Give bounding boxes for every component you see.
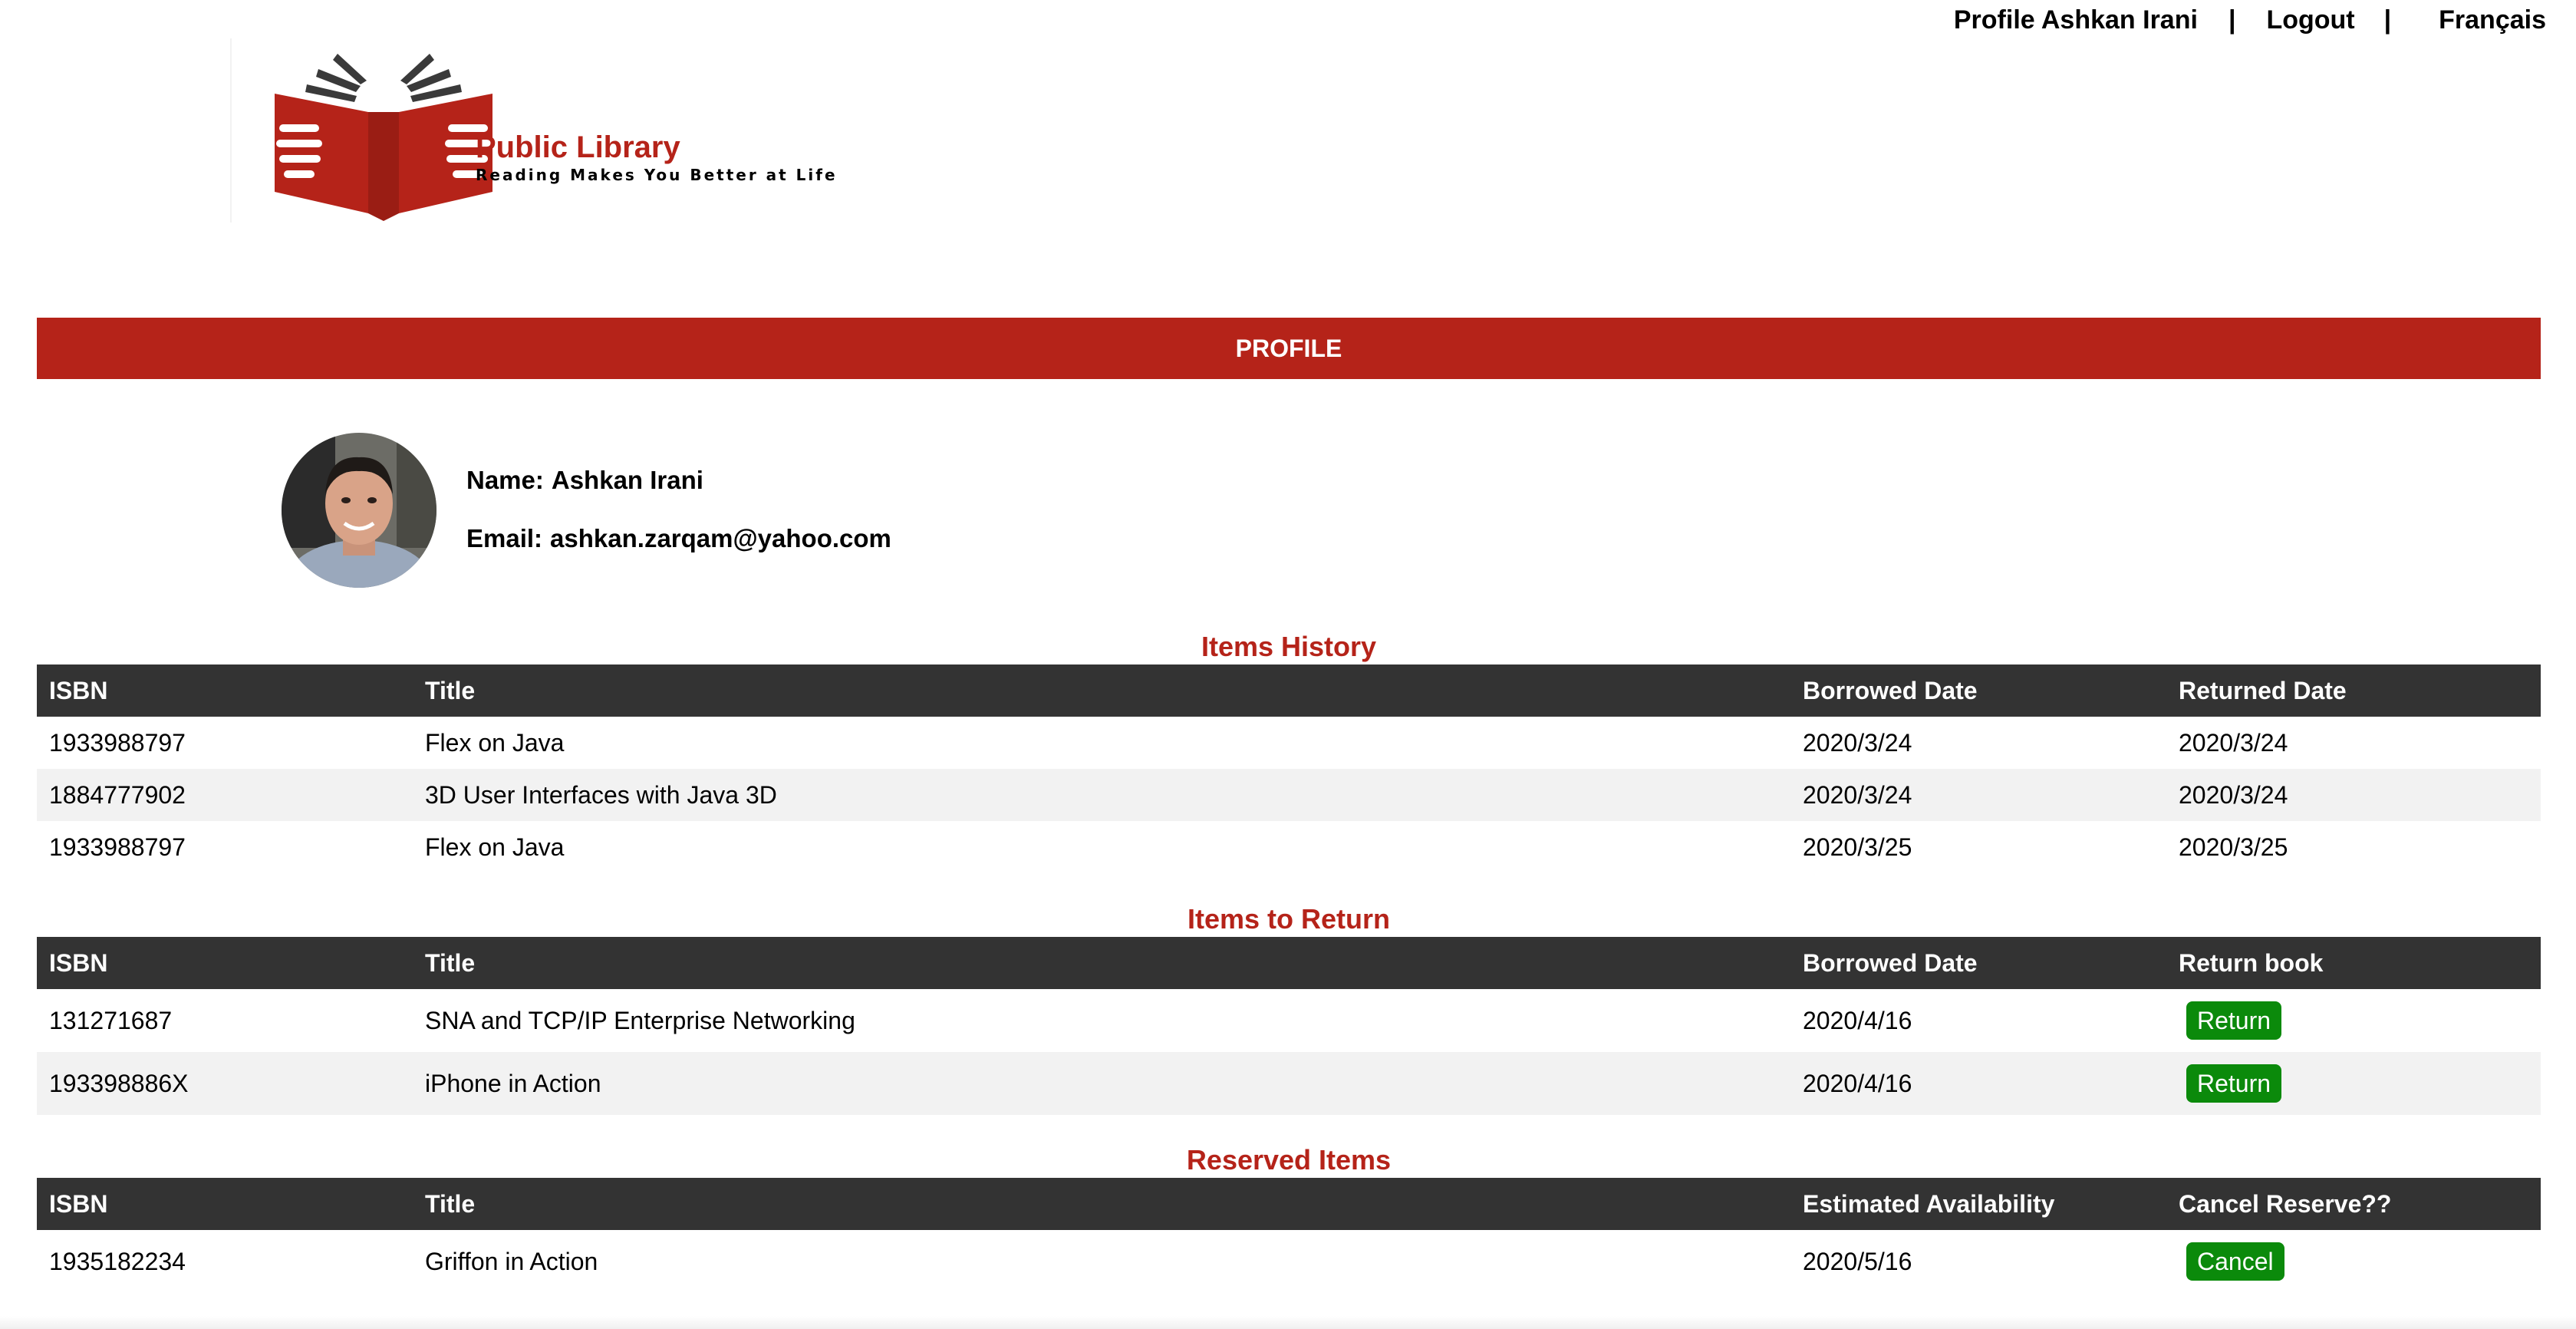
cell-title: SNA and TCP/IP Enterprise Networking xyxy=(425,1006,855,1034)
cell-title: iPhone in Action xyxy=(413,1052,1790,1115)
header-return-book: Return book xyxy=(2166,937,2541,989)
items-history-title: Items History xyxy=(1201,631,1377,662)
items-to-return-table: ISBN Title Borrowed Date Return book 131… xyxy=(37,937,2541,1115)
nav-separator: | xyxy=(2383,5,2392,35)
header-title: Title xyxy=(413,937,1790,989)
header-isbn: ISBN xyxy=(37,1178,413,1230)
name-label: Name: xyxy=(466,466,544,494)
table-row: 1933988797 Flex on Java 2020/3/24 2020/3… xyxy=(37,717,2541,769)
top-nav: Profile Ashkan Irani | Logout | Français xyxy=(1954,0,2546,40)
brand-tagline: Reading Makes You Better at Life xyxy=(476,166,838,184)
nav-separator: | xyxy=(2228,5,2236,35)
cell-borrowed-date: 2020/3/24 xyxy=(1803,728,1912,757)
cell-returned-date: 2020/3/24 xyxy=(2179,728,2288,757)
table-header-row: ISBN Title Borrowed Date Returned Date xyxy=(37,664,2541,717)
header-title: Title xyxy=(413,1178,1790,1230)
cell-isbn: 1933988797 xyxy=(49,833,186,861)
cell-title: Flex on Java xyxy=(425,833,565,861)
header-isbn: ISBN xyxy=(37,937,413,989)
brand: Public Library Reading Makes You Better … xyxy=(476,132,838,184)
cell-isbn: 1884777902 xyxy=(37,769,413,821)
header-borrowed-date: Borrowed Date xyxy=(1790,664,2166,717)
cancel-reserve-button[interactable]: Cancel xyxy=(2186,1242,2284,1281)
cell-returned-date: 2020/3/25 xyxy=(2179,833,2288,861)
cell-isbn: 131271687 xyxy=(49,1006,173,1034)
return-button[interactable]: Return xyxy=(2186,1064,2282,1103)
email-value: ashkan.zarqam@yahoo.com xyxy=(550,524,891,552)
cell-title: 3D User Interfaces with Java 3D xyxy=(413,769,1790,821)
cell-isbn: 1933988797 xyxy=(49,728,186,757)
return-button[interactable]: Return xyxy=(2186,1001,2282,1040)
name-value: Ashkan Irani xyxy=(551,466,703,494)
user-email: Email: ashkan.zarqam@yahoo.com xyxy=(466,524,891,553)
cell-borrowed-date: 2020/3/24 xyxy=(1790,769,2166,821)
header-isbn: ISBN xyxy=(37,664,413,717)
profile-link[interactable]: Profile Ashkan Irani xyxy=(1954,5,2198,35)
reserved-items-title: Reserved Items xyxy=(1186,1144,1392,1176)
items-to-return-title: Items to Return xyxy=(1187,903,1391,935)
cell-action: Return xyxy=(2166,989,2541,1052)
header-estimated-availability: Estimated Availability xyxy=(1790,1178,2166,1230)
user-name: Name: Ashkan Irani xyxy=(466,466,703,495)
cell-isbn: 1935182234 xyxy=(49,1247,186,1275)
header-cancel-reserve: Cancel Reserve?? xyxy=(2166,1178,2541,1230)
cell-borrowed-date: 2020/4/16 xyxy=(1803,1006,1912,1034)
logout-link[interactable]: Logout xyxy=(2266,5,2354,35)
brand-name: Public Library xyxy=(476,130,680,164)
header-returned-date: Returned Date xyxy=(2166,664,2541,717)
table-row: 1884777902 3D User Interfaces with Java … xyxy=(37,769,2541,821)
reserved-items-table: ISBN Title Estimated Availability Cancel… xyxy=(37,1178,2541,1293)
table-header-row: ISBN Title Borrowed Date Return book xyxy=(37,937,2541,989)
cell-title: Flex on Java xyxy=(425,728,565,757)
header-title: Title xyxy=(413,664,1790,717)
cell-borrowed-date: 2020/3/25 xyxy=(1803,833,1912,861)
cell-action: Cancel xyxy=(2166,1230,2541,1293)
table-row: 1933988797 Flex on Java 2020/3/25 2020/3… xyxy=(37,821,2541,873)
table-row: 1935182234 Griffon in Action 2020/5/16 C… xyxy=(37,1230,2541,1293)
language-link[interactable]: Français xyxy=(2439,5,2546,35)
cell-returned-date: 2020/3/24 xyxy=(2166,769,2541,821)
cell-action: Return xyxy=(2166,1052,2541,1115)
cell-isbn: 193398886X xyxy=(37,1052,413,1115)
cell-estimated-availability: 2020/5/16 xyxy=(1803,1247,1912,1275)
profile-header: PROFILE xyxy=(37,318,2541,379)
email-label: Email: xyxy=(466,524,543,552)
items-history-table: ISBN Title Borrowed Date Returned Date 1… xyxy=(37,664,2541,873)
table-row: 131271687 SNA and TCP/IP Enterprise Netw… xyxy=(37,989,2541,1052)
table-row: 193398886X iPhone in Action 2020/4/16 Re… xyxy=(37,1052,2541,1115)
header-borrowed-date: Borrowed Date xyxy=(1790,937,2166,989)
avatar xyxy=(282,433,436,588)
page-bottom-edge xyxy=(0,1316,2576,1329)
cell-borrowed-date: 2020/4/16 xyxy=(1790,1052,2166,1115)
table-header-row: ISBN Title Estimated Availability Cancel… xyxy=(37,1178,2541,1230)
cell-title: Griffon in Action xyxy=(425,1247,598,1275)
